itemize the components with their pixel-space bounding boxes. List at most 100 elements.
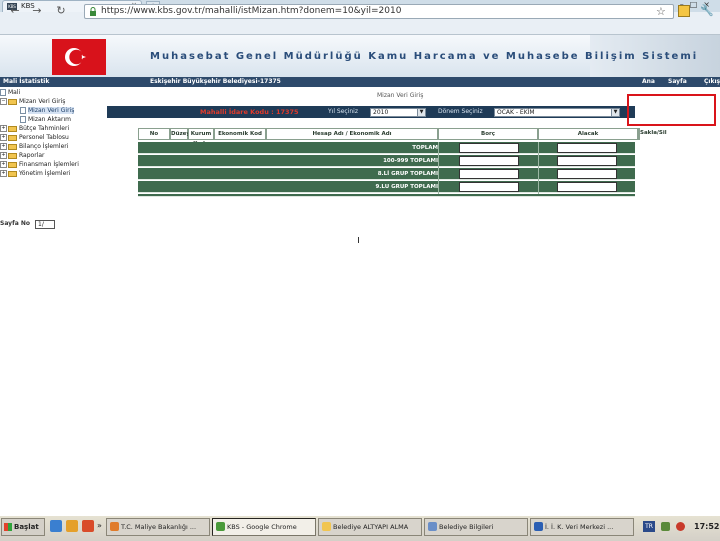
start-label: Başlat	[14, 523, 39, 531]
col-header-no: No	[138, 128, 170, 140]
firefox-quicklaunch-icon[interactable]	[66, 520, 78, 532]
chrome-icon	[216, 522, 225, 531]
year-select[interactable]: 2010 ▼	[370, 108, 426, 117]
more-quicklaunch-icon[interactable]: »	[97, 518, 102, 534]
col-header-sakla-sil: Sakla/Sil	[640, 130, 667, 136]
nav-link-logout[interactable]: Çıkış	[704, 77, 720, 87]
tree-label: Personel Tablosu	[19, 134, 69, 141]
tree-root[interactable]: Mali	[0, 88, 20, 97]
start-button[interactable]: Başlat	[1, 518, 45, 536]
tree-label: Bilanço İşlemleri	[19, 143, 69, 150]
taskbar-label: İ. İ. K. Veri Merkezi ...	[545, 523, 614, 531]
tree-item-bilanco[interactable]: + Bilanço İşlemleri	[0, 142, 68, 151]
period-value: OCAK - EKİM	[497, 109, 535, 116]
tree-item-raporlar[interactable]: + Raporlar	[0, 151, 44, 160]
col-header-kurum-kodu: Kurum Kodu	[188, 128, 214, 147]
page-number-label: Sayfa No	[0, 220, 30, 227]
chevron-down-icon[interactable]: ▼	[417, 109, 425, 116]
ie-quicklaunch-icon[interactable]	[50, 520, 62, 532]
taskbar-label: Belediye Bilgileri	[439, 523, 494, 531]
collapse-icon[interactable]: −	[0, 98, 7, 105]
col-header-hesap-adi: Hesap Adı / Ekonomik Adı	[266, 128, 438, 140]
star-icon[interactable]: ☆	[656, 5, 666, 18]
tree-item-mizan-veri-giris[interactable]: Mizan Veri Giriş	[20, 106, 75, 115]
taskbar-button-paint[interactable]: Belediye Bilgileri	[424, 518, 528, 536]
taskbar-button-folder[interactable]: Belediye ALTYAPI ALMA	[318, 518, 422, 536]
page-number-input[interactable]: 1/	[35, 220, 55, 229]
language-indicator[interactable]: TR	[643, 521, 655, 532]
alacak-9lu-input[interactable]	[557, 182, 617, 192]
expand-icon[interactable]: +	[0, 125, 7, 132]
reload-icon[interactable]: ↻	[54, 4, 68, 18]
document-icon	[20, 116, 26, 123]
taskbar-button-maliye[interactable]: T.C. Maliye Bakanlığı ...	[106, 518, 210, 536]
alacak-8li-input[interactable]	[557, 169, 617, 179]
taskbar-button-chrome[interactable]: KBS - Google Chrome	[212, 518, 316, 536]
taskbar-label: T.C. Maliye Bakanlığı ...	[121, 523, 197, 531]
section-title: Mali İstatistik	[3, 78, 50, 85]
media-quicklaunch-icon[interactable]	[82, 520, 94, 532]
expand-icon[interactable]: +	[0, 170, 7, 177]
col-header-borc: Borç	[438, 128, 538, 140]
expand-icon[interactable]: +	[0, 143, 7, 150]
expand-icon[interactable]: +	[0, 134, 7, 141]
folder-icon	[8, 161, 17, 168]
tree-label: Finansman İşlemleri	[19, 161, 79, 168]
period-select[interactable]: OCAK - EKİM ▼	[494, 108, 620, 117]
folder-icon	[322, 522, 331, 531]
address-bar[interactable]: https://www.kbs.gov.tr/mahalli/istMizan.…	[84, 4, 674, 19]
windows-logo-icon	[4, 523, 12, 531]
tree-label: Bütçe Tahminleri	[19, 125, 70, 132]
folder-icon	[8, 143, 17, 150]
folder-icon	[8, 98, 17, 105]
row-label: 9.LU GRUP TOPLAMI	[375, 184, 438, 190]
chevron-down-icon[interactable]: ▼	[611, 109, 619, 116]
tree-label: Yönetim İşlemleri	[19, 170, 71, 177]
tree-item-personel[interactable]: + Personel Tablosu	[0, 133, 69, 142]
col-header-duzey: Düzey	[170, 128, 190, 140]
expand-icon[interactable]: +	[0, 152, 7, 159]
borc-total-input[interactable]	[459, 143, 519, 153]
tree-label: Mali	[8, 89, 21, 96]
text-cursor	[358, 237, 359, 243]
borc-9lu-input[interactable]	[459, 182, 519, 192]
tree-item-mizan-aktarim[interactable]: Mizan Aktarım	[20, 115, 71, 124]
taskbar-label: KBS - Google Chrome	[227, 523, 297, 531]
wrench-icon[interactable]: 🔧	[700, 4, 714, 17]
tree-item-yonetim[interactable]: + Yönetim İşlemleri	[0, 169, 70, 178]
nav-link-page[interactable]: Sayfa	[668, 77, 687, 87]
folder-icon	[8, 152, 17, 159]
year-value: 2010	[373, 109, 389, 116]
taskbar-button-word[interactable]: İ. İ. K. Veri Merkezi ...	[530, 518, 634, 536]
alacak-100-999-input[interactable]	[557, 156, 617, 166]
back-icon[interactable]: ←	[8, 4, 22, 18]
expand-icon[interactable]: +	[0, 161, 7, 168]
tree-item-mizan-folder[interactable]: − Mizan Veri Giriş	[0, 97, 65, 106]
tree-item-finansman[interactable]: + Finansman İşlemleri	[0, 160, 79, 169]
alacak-total-input[interactable]	[557, 143, 617, 153]
turkish-flag-icon	[52, 39, 106, 75]
forward-icon[interactable]: →	[30, 4, 44, 18]
lock-icon	[90, 7, 96, 16]
column-divider	[438, 142, 439, 194]
folder-icon	[8, 125, 17, 132]
breadcrumb: Mizan Veri Giriş	[377, 92, 424, 99]
period-label: Dönem Seçiniz	[438, 108, 483, 115]
tree-label: Mizan Aktarım	[28, 116, 71, 123]
system-title: Muhasebat Genel Müdürlüğü Kamu Harcama v…	[150, 51, 699, 62]
nav-link-home[interactable]: Ana	[642, 77, 655, 87]
root-icon	[0, 89, 6, 96]
firefox-icon	[110, 522, 119, 531]
page-icon[interactable]	[678, 5, 690, 17]
table-footer	[138, 194, 635, 197]
borc-100-999-input[interactable]	[459, 156, 519, 166]
column-divider	[538, 142, 539, 194]
folder-icon	[8, 170, 17, 177]
tray-network-icon[interactable]	[661, 522, 670, 531]
clock: 17:52	[694, 522, 720, 531]
document-icon	[20, 107, 26, 114]
borc-8li-input[interactable]	[459, 169, 519, 179]
folder-icon	[8, 134, 17, 141]
tree-item-butce[interactable]: + Bütçe Tahminleri	[0, 124, 69, 133]
tray-shield-icon[interactable]	[676, 522, 685, 531]
